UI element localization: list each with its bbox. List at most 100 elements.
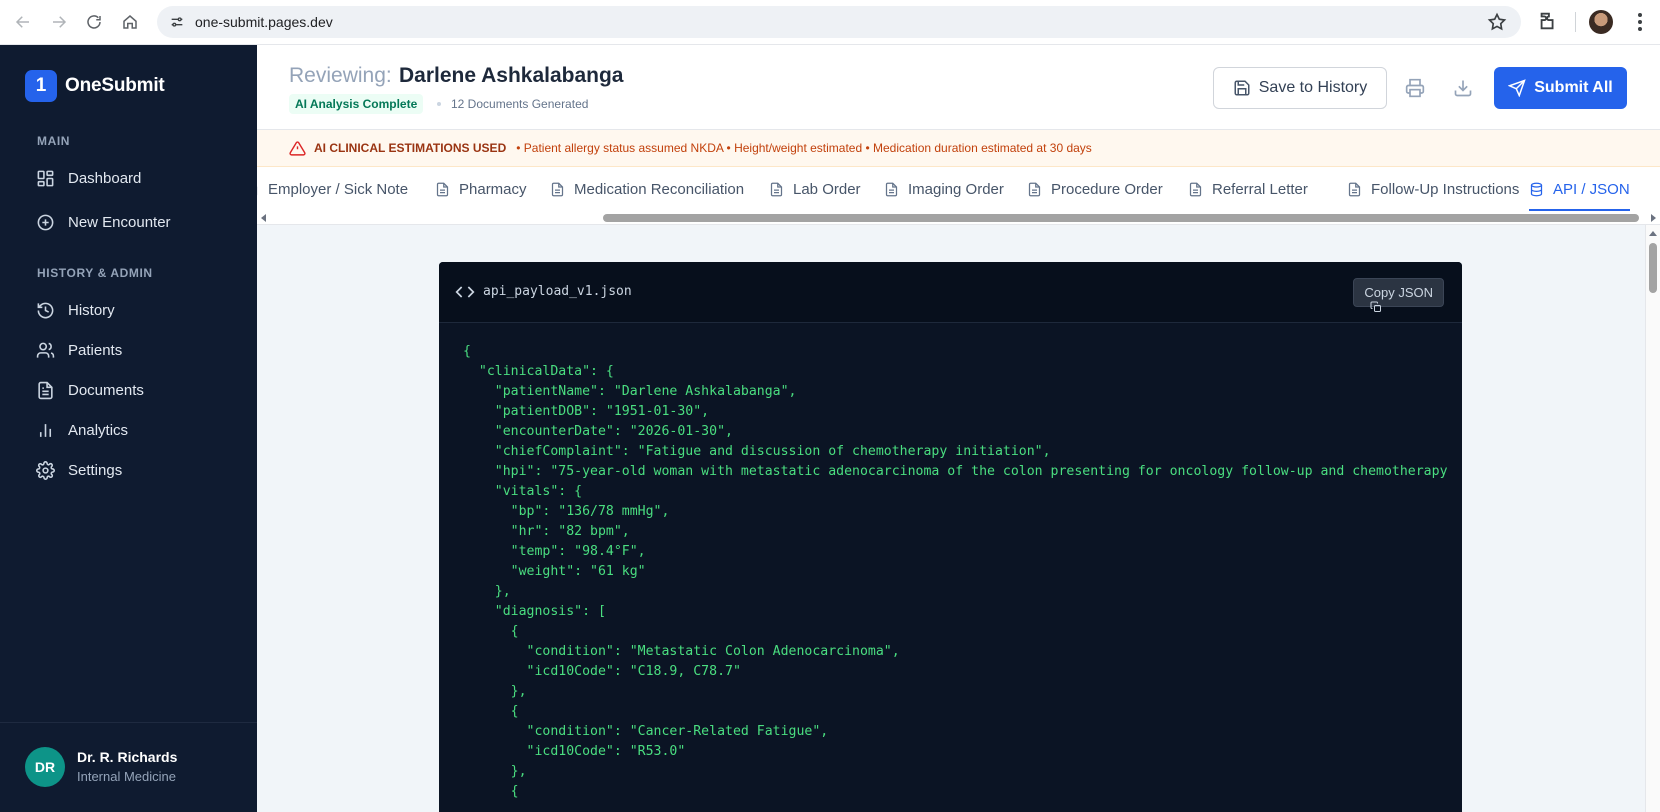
reload-icon: [87, 15, 101, 29]
page-title: Darlene Ashkalabanga: [399, 64, 624, 87]
download-button[interactable]: [1450, 75, 1476, 101]
sidebar-item-dashboard[interactable]: Dashboard: [36, 166, 141, 190]
scrollbar-thumb[interactable]: [1649, 243, 1657, 293]
back-button[interactable]: [5, 4, 41, 40]
copy-json-button[interactable]: Copy JSON: [1353, 278, 1444, 312]
document-icon: [1348, 182, 1361, 196]
avatar: DR: [25, 747, 65, 787]
code-line: "clinicalData": {: [463, 364, 614, 379]
tab-medication-reconciliation[interactable]: Medication Reconciliation: [550, 167, 744, 211]
warning-detail: • Patient allergy status assumed NKDA • …: [516, 141, 1092, 155]
section-label-history-admin: HISTORY & ADMIN: [37, 266, 153, 280]
code-line: "hr": "82 bpm",: [463, 524, 630, 539]
print-button[interactable]: [1402, 75, 1428, 101]
json-viewer-header: api_payload_v1.json Copy JSON: [439, 262, 1462, 323]
forward-button[interactable]: [41, 4, 77, 40]
scroll-up-arrow[interactable]: [1649, 231, 1657, 236]
document-icon: [770, 182, 783, 196]
json-code-block[interactable]: { "clinicalData": { "patientName": "Darl…: [463, 342, 1453, 802]
save-to-history-button[interactable]: Save to History: [1213, 67, 1387, 109]
code-line: "hpi": "75-year-old woman with metastati…: [463, 464, 1453, 479]
document-count: 12 Documents Generated: [451, 97, 589, 111]
save-label: Save to History: [1258, 79, 1368, 96]
sidebar-item-new-encounter[interactable]: New Encounter: [36, 210, 171, 234]
code-icon: [455, 286, 475, 298]
sidebar-item-patients[interactable]: Patients: [36, 338, 122, 362]
tab-imaging-order[interactable]: Imaging Order: [884, 167, 1004, 211]
code-line: },: [463, 584, 511, 599]
user-profile[interactable]: DR Dr. R. Richards Internal Medicine: [0, 722, 257, 812]
tab-follow-up-instructions[interactable]: Follow-Up Instructions: [1347, 167, 1519, 211]
tab-label: Lab Order: [793, 180, 861, 198]
home-icon: [123, 15, 137, 29]
profile-avatar[interactable]: [1589, 10, 1613, 34]
copy-icon: [1370, 301, 1382, 312]
tab-label: Employer / Sick Note: [268, 180, 409, 198]
sidebar: 1 OneSubmit MAIN Dashboard New Encounter…: [0, 45, 257, 812]
dashboard-icon: [37, 170, 54, 186]
sidebar-item-documents[interactable]: Documents: [36, 378, 144, 402]
bookmark-star-icon[interactable]: [1487, 12, 1507, 32]
status-badge: AI Analysis Complete: [289, 94, 424, 114]
database-icon: [1530, 182, 1543, 196]
site-settings-icon[interactable]: [167, 12, 187, 32]
warning-title: AI CLINICAL ESTIMATIONS USED: [314, 141, 507, 155]
tab-label: API / JSON: [1553, 180, 1630, 198]
code-line: "vitals": {: [463, 484, 583, 499]
reload-button[interactable]: [76, 4, 112, 40]
tab-label: Imaging Order: [908, 180, 1004, 198]
document-tabs: Employer / Sick Note Pharmacy Medication…: [257, 167, 1660, 211]
user-role: Internal Medicine: [77, 769, 176, 784]
extensions-icon[interactable]: [1537, 10, 1559, 32]
scroll-right-arrow[interactable]: [1651, 214, 1656, 222]
sidebar-item-history[interactable]: History: [36, 298, 115, 322]
document-content: api_payload_v1.json Copy JSON { "clinica…: [257, 225, 1660, 812]
address-bar[interactable]: one-submit.pages.dev: [157, 6, 1521, 38]
scroll-left-arrow[interactable]: [261, 214, 266, 222]
dot-separator: [437, 102, 441, 106]
tab-api-json[interactable]: API / JSON: [1529, 167, 1630, 211]
user-name: Dr. R. Richards: [77, 749, 178, 765]
code-line: {: [463, 704, 519, 719]
home-button[interactable]: [112, 4, 148, 40]
brand-logo[interactable]: 1 OneSubmit: [25, 70, 165, 102]
document-icon: [1028, 182, 1041, 196]
code-line: "condition": "Cancer-Related Fatigue",: [463, 724, 829, 739]
tab-employer-sick-note[interactable]: Employer / Sick Note: [257, 167, 408, 211]
brand-badge: 1: [25, 70, 57, 102]
sidebar-item-settings[interactable]: Settings: [36, 458, 122, 482]
code-line: "bp": "136/78 mmHg",: [463, 504, 670, 519]
arrow-right-icon: [53, 16, 67, 28]
sidebar-item-label: History: [68, 301, 115, 319]
tab-label: Follow-Up Instructions: [1371, 180, 1520, 198]
document-icon: [257, 186, 258, 195]
gear-icon: [36, 460, 55, 480]
tab-lab-order[interactable]: Lab Order: [769, 167, 861, 211]
code-line: {: [463, 784, 519, 799]
code-line: "condition": "Metastatic Colon Adenocarc…: [463, 644, 900, 659]
document-icon: [38, 381, 53, 399]
submit-all-button[interactable]: Submit All: [1494, 67, 1627, 109]
send-icon: [1508, 79, 1526, 97]
tabs-scrollbar[interactable]: [257, 211, 1660, 225]
content-scrollbar[interactable]: [1645, 225, 1660, 812]
sidebar-item-label: New Encounter: [68, 213, 171, 231]
tab-label: Pharmacy: [459, 180, 527, 198]
main-area: Reviewing: Darlene Ashkalabanga AI Analy…: [257, 45, 1660, 812]
tab-pharmacy[interactable]: Pharmacy: [435, 167, 527, 211]
sidebar-item-analytics[interactable]: Analytics: [36, 418, 128, 442]
code-line: "icd10Code": "C18.9, C78.7": [463, 664, 741, 679]
warning-triangle-icon: [289, 140, 306, 156]
code-line: "patientName": "Darlene Ashkalabanga",: [463, 384, 797, 399]
tab-label: Procedure Order: [1051, 180, 1163, 198]
plus-circle-icon: [37, 214, 54, 230]
browser-menu-icon[interactable]: [1630, 8, 1650, 36]
document-icon: [1189, 182, 1202, 196]
sidebar-item-label: Dashboard: [68, 169, 142, 187]
sidebar-item-label: Patients: [68, 341, 123, 359]
scrollbar-thumb[interactable]: [603, 214, 1639, 222]
tab-referral-letter[interactable]: Referral Letter: [1188, 167, 1308, 211]
document-icon: [885, 182, 898, 196]
tab-procedure-order[interactable]: Procedure Order: [1027, 167, 1163, 211]
sidebar-item-label: Analytics: [68, 421, 129, 439]
